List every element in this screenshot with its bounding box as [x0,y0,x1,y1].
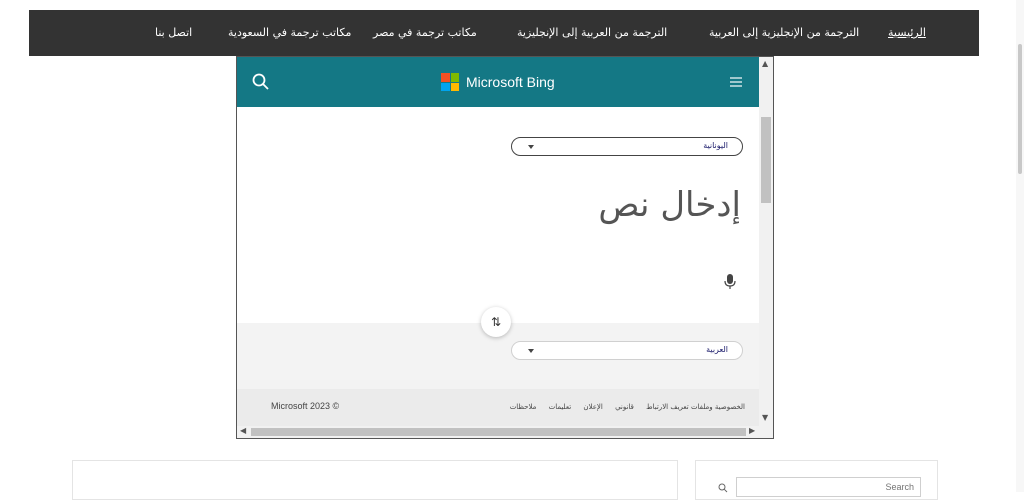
microphone-icon[interactable] [723,273,737,291]
nav-item-ar-to-en[interactable]: الترجمة من العربية إلى الإنجليزية [517,10,667,56]
nav-item-en-to-ar[interactable]: الترجمة من الإنجليزية إلى العربية [709,10,859,56]
source-language-label: اليونانية [703,141,728,150]
nav-item-offices-egypt[interactable]: مكاتب ترجمة في مصر [373,10,477,56]
frame-horizontal-scrollbar[interactable]: ◀ ▶ [237,426,773,438]
target-language-label: العربية [706,345,728,354]
content-card [72,460,678,500]
nav-item-contact[interactable]: اتصل بنا [155,10,192,56]
footer-link-privacy[interactable]: الخصوصية وملفات تعريف الارتباط [646,403,745,411]
scrollbar-thumb[interactable] [251,428,746,436]
frame-vertical-scrollbar[interactable]: ▲ ▼ [759,57,773,426]
swap-icon: ⇅ [490,315,502,329]
search-input[interactable] [736,477,921,497]
nav-item-offices-saudi[interactable]: مكاتب ترجمة في السعودية [228,10,351,56]
footer-links: الخصوصية وملفات تعريف الارتباط قانوني ال… [500,403,745,411]
scroll-left-icon[interactable]: ◀ [240,426,246,435]
footer-link-advertise[interactable]: الإعلان [583,403,602,411]
sidebar-search-widget [695,460,938,500]
chevron-down-icon [528,145,534,149]
search-icon[interactable] [251,72,271,92]
bing-header: Microsoft Bing [237,57,759,107]
brand-name: Microsoft Bing [466,74,555,90]
copyright-text: Microsoft 2023 © [271,401,340,411]
translator-embed-frame: Microsoft Bing اليونانية إدخال نص ⇅ العر… [236,56,774,439]
top-navigation-bar: الرئيسية الترجمة من الإنجليزية إلى العرب… [29,10,979,56]
footer-link-feedback[interactable]: ملاحظات [510,403,537,411]
source-text-input[interactable]: إدخال نص [598,185,741,225]
hamburger-menu-icon[interactable] [729,75,743,89]
scroll-up-icon[interactable]: ▲ [762,59,768,68]
target-language-select[interactable]: العربية [511,341,743,360]
scrollbar-thumb[interactable] [761,117,771,203]
scroll-right-icon[interactable]: ▶ [749,426,755,435]
source-language-select[interactable]: اليونانية [511,137,743,156]
bing-footer: الخصوصية وملفات تعريف الارتباط قانوني ال… [237,389,759,427]
scroll-down-icon[interactable]: ▼ [762,413,768,422]
bing-logo[interactable]: Microsoft Bing [441,71,555,93]
swap-languages-button[interactable]: ⇅ [481,307,511,337]
footer-link-legal[interactable]: قانوني [615,403,634,411]
page-scrollbar[interactable] [1016,0,1024,492]
chevron-down-icon [528,349,534,353]
nav-item-home[interactable]: الرئيسية [888,10,926,56]
scrollbar-thumb[interactable] [1018,44,1022,174]
microsoft-logo-icon [441,73,459,91]
footer-link-help[interactable]: تعليمات [549,403,572,411]
